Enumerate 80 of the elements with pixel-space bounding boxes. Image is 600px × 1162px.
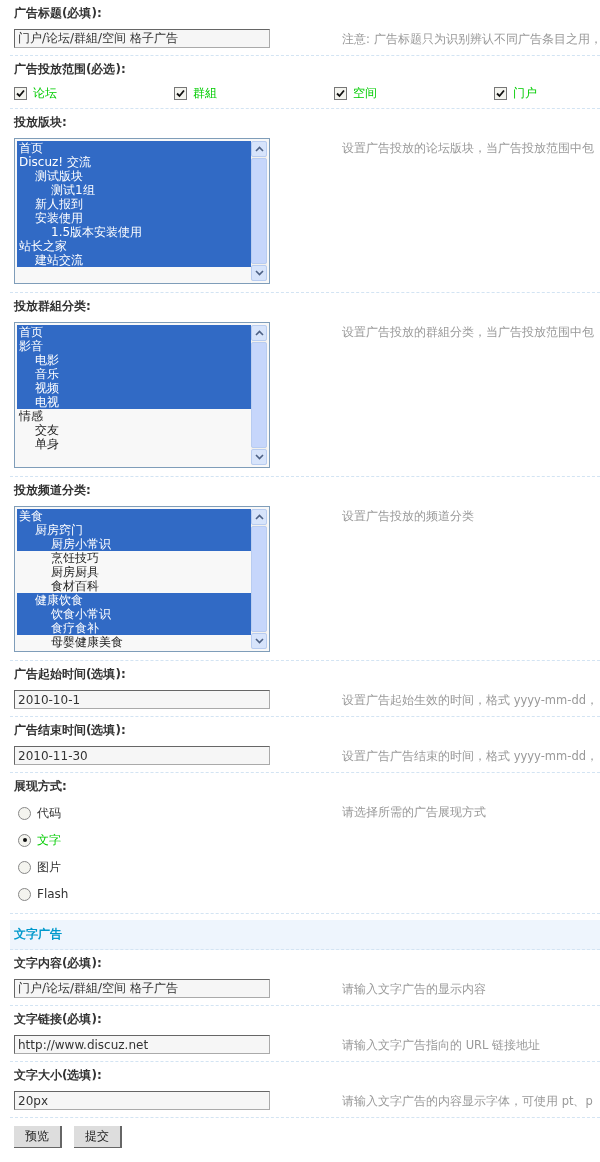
- hint-text: 请输入文字广告的内容显示字体，可使用 pt、p: [342, 1093, 593, 1109]
- text-field[interactable]: 门户/论坛/群組/空间 格子广告: [14, 29, 270, 48]
- checkbox-label: 门户: [513, 84, 537, 102]
- field-label: 投放版块:: [13, 114, 68, 131]
- checkbox[interactable]: [14, 86, 27, 100]
- list-option[interactable]: 电视: [17, 395, 251, 409]
- list-option[interactable]: 厨房窍门: [17, 523, 251, 537]
- radio-button[interactable]: [18, 806, 31, 820]
- submit-button[interactable]: 提交: [74, 1126, 122, 1148]
- list-option[interactable]: 饮食小常识: [17, 607, 251, 621]
- list-option[interactable]: 母婴健康美食: [17, 635, 251, 649]
- list-option[interactable]: 食材百科: [17, 579, 251, 593]
- list-option[interactable]: 测试1组: [17, 183, 251, 197]
- text-field[interactable]: http://www.discuz.net: [14, 1035, 270, 1054]
- list-option[interactable]: 食疗食补: [17, 621, 251, 635]
- text-field[interactable]: 2010-11-30: [14, 746, 270, 765]
- checkbox-label: 论坛: [33, 84, 57, 102]
- scrollbar[interactable]: [251, 141, 267, 281]
- list-option[interactable]: 首页: [17, 325, 251, 339]
- hint-text: 请输入文字广告的显示内容: [342, 981, 486, 997]
- list-option[interactable]: 建站交流: [17, 253, 251, 267]
- list-option[interactable]: 单身: [17, 437, 251, 451]
- radio-button[interactable]: [18, 833, 31, 847]
- checkbox[interactable]: [174, 86, 187, 100]
- hint-text: 设置广告广告结束的时间，格式 yyyy-mm-dd，: [342, 748, 598, 764]
- field-label: 投放频道分类:: [13, 482, 92, 499]
- list-option[interactable]: 视频: [17, 381, 251, 395]
- text-field[interactable]: 2010-10-1: [14, 690, 270, 709]
- text-field[interactable]: 20px: [14, 1091, 270, 1110]
- list-option[interactable]: 影音: [17, 339, 251, 353]
- hint-text: 注意: 广告标题只为识别辨认不同广告条目之用，: [342, 31, 600, 47]
- field-label: 广告投放范围(必选):: [13, 61, 127, 78]
- field-label: 广告起始时间(选填):: [13, 666, 127, 683]
- list-option[interactable]: 交友: [17, 423, 251, 437]
- checkbox-label: 空间: [353, 84, 377, 102]
- radio-label: 图片: [37, 858, 61, 876]
- field-label: 广告标题(必填):: [13, 5, 103, 22]
- list-option[interactable]: 烹饪技巧: [17, 551, 251, 565]
- field-label: 文字大小(选填):: [13, 1067, 103, 1084]
- hint-text: 设置广告投放的群組分类，当广告投放范围中包: [342, 324, 594, 340]
- list-option[interactable]: 音乐: [17, 367, 251, 381]
- list-option[interactable]: Discuz! 交流: [17, 155, 251, 169]
- list-option[interactable]: 健康饮食: [17, 593, 251, 607]
- list-option[interactable]: 情感: [17, 409, 251, 423]
- field-label: 文字链接(必填):: [13, 1011, 103, 1028]
- checkbox[interactable]: [494, 86, 507, 100]
- radio-label: 文字: [37, 831, 61, 849]
- list-option[interactable]: 测试版块: [17, 169, 251, 183]
- scrollbar[interactable]: [251, 325, 267, 465]
- hint-text: 请输入文字广告指向的 URL 链接地址: [342, 1037, 541, 1053]
- list-option[interactable]: 厨房厨具: [17, 565, 251, 579]
- list-box[interactable]: 首页 影音 电影 音乐 视频 电视 情感 交友 单身: [14, 322, 270, 468]
- hint-text: 设置广告投放的频道分类: [342, 508, 474, 524]
- checkbox-label: 群組: [193, 84, 217, 102]
- list-option[interactable]: 1.5版本安装使用: [17, 225, 251, 239]
- list-box[interactable]: 美食 厨房窍门 厨房小常识 烹饪技巧 厨房厨具 食材百科 健康饮食 饮食小常识 食疗食补 母婴健康美食: [14, 506, 270, 652]
- scrollbar[interactable]: [251, 509, 267, 649]
- text-field[interactable]: 门户/论坛/群組/空间 格子广告: [14, 979, 270, 998]
- field-label: 文字内容(必填):: [13, 955, 103, 972]
- checkbox[interactable]: [334, 86, 347, 100]
- list-option[interactable]: 厨房小常识: [17, 537, 251, 551]
- field-label: 投放群組分类:: [13, 298, 92, 315]
- field-label: 展现方式:: [13, 778, 68, 795]
- list-option[interactable]: 电影: [17, 353, 251, 367]
- list-option[interactable]: 新人报到: [17, 197, 251, 211]
- list-option[interactable]: 安装使用: [17, 211, 251, 225]
- radio-button[interactable]: [18, 860, 31, 874]
- radio-label: Flash: [37, 887, 69, 901]
- preview-button[interactable]: 预览: [14, 1126, 62, 1148]
- list-option[interactable]: 站长之家: [17, 239, 251, 253]
- field-label: 广告结束时间(选填):: [13, 722, 127, 739]
- radio-button[interactable]: [18, 887, 31, 901]
- list-option[interactable]: 首页: [17, 141, 251, 155]
- radio-label: 代码: [37, 804, 61, 822]
- hint-text: 设置广告投放的论坛版块，当广告投放范围中包: [342, 140, 594, 156]
- hint-text: 请选择所需的广告展现方式: [342, 804, 486, 820]
- list-box[interactable]: 首页 Discuz! 交流 测试版块 测试1组 新人报到 安装使用 1.5版本安装使用 站长之家 建站交流: [14, 138, 270, 284]
- hint-text: 设置广告起始生效的时间，格式 yyyy-mm-dd，: [342, 692, 598, 708]
- list-option[interactable]: 美食: [17, 509, 251, 523]
- section-header: 文字广告: [10, 920, 600, 950]
